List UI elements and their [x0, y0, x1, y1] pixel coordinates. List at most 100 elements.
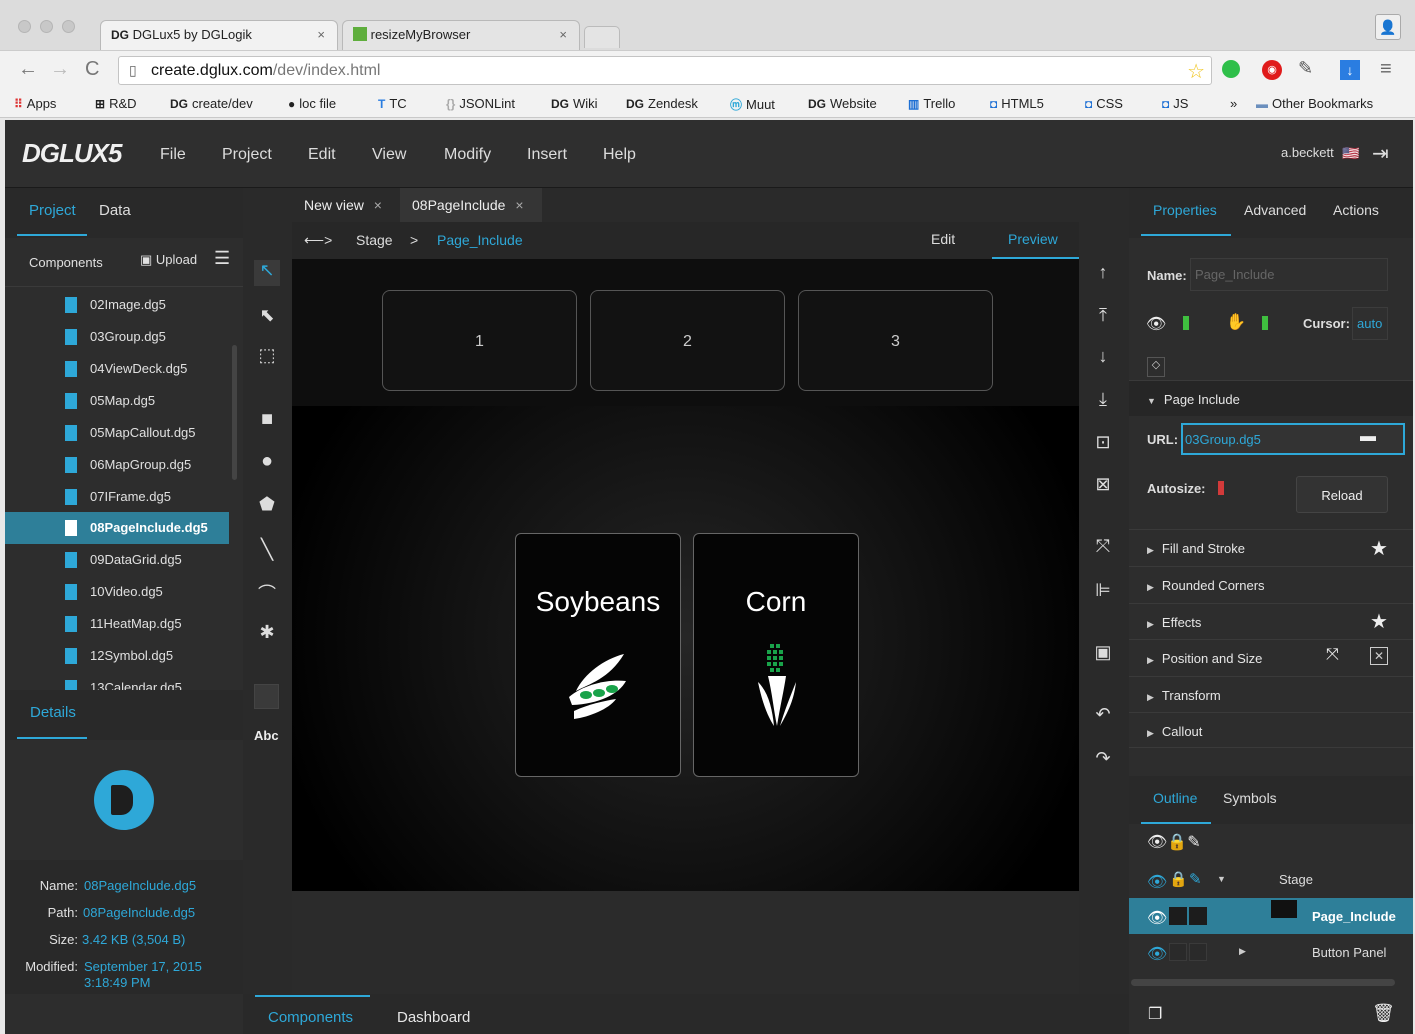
new-tab-button[interactable] [584, 26, 620, 48]
name-field[interactable]: Page_Include [1190, 258, 1388, 291]
outline-row-button-panel[interactable]: 👁 ▶ Button Panel [1129, 934, 1413, 970]
close-box-icon[interactable]: ✕ [1370, 647, 1388, 665]
bookmark-trello[interactable]: ▥ Trello [908, 96, 955, 111]
section-page-include[interactable]: ▼ Page Include [1129, 380, 1413, 416]
bookmark-other[interactable]: ▬ Other Bookmarks [1256, 96, 1373, 111]
reload-button[interactable]: Reload [1296, 476, 1388, 513]
logout-icon[interactable]: ⇥ [1372, 141, 1389, 166]
mode-preview[interactable]: Preview [1008, 231, 1058, 247]
color-swatch[interactable] [254, 684, 279, 709]
folder-icon[interactable]: ▬ [1360, 428, 1376, 446]
visible-toggle[interactable] [1183, 316, 1189, 330]
breadcrumb-stage[interactable]: Stage [356, 232, 393, 248]
fit-icon[interactable]: ⤧ [1090, 536, 1116, 562]
eyedropper-icon[interactable]: ✎ [1298, 58, 1313, 79]
close-tab-icon[interactable]: × [515, 197, 523, 213]
bring-to-front-icon[interactable]: ⤒ [1090, 305, 1116, 331]
list-view-icon[interactable]: ☰ [214, 248, 230, 269]
outline-row-page-include[interactable]: 👁 Page_Include [1129, 898, 1413, 934]
file-item[interactable]: 13Calendar.dg5 [5, 672, 229, 690]
reload-icon[interactable]: C [85, 58, 99, 81]
menu-file[interactable]: File [160, 146, 186, 164]
file-item[interactable]: 03Group.dg5 [5, 321, 229, 353]
curve-tool-icon[interactable]: ⌒ [254, 580, 280, 606]
menu-icon[interactable]: ≡ [1380, 58, 1392, 81]
bookmark-zendesk[interactable]: DG Zendesk [626, 96, 698, 111]
bookmark-website[interactable]: DG Website [808, 96, 877, 111]
extension-green-icon[interactable] [1222, 60, 1240, 78]
browser-tab-dglux[interactable]: DG DGLux5 by DGLogik × [100, 20, 338, 50]
upload-button[interactable]: ▣ Upload [140, 252, 197, 268]
lock-icon[interactable]: 🔒 [1169, 870, 1188, 888]
ungroup-icon[interactable]: ⊠ [1090, 474, 1116, 500]
file-list-scrollbar[interactable] [232, 345, 237, 480]
direct-select-tool-icon[interactable]: ⬉ [254, 305, 280, 331]
eye-icon[interactable]: 👁 [1147, 908, 1167, 928]
zoom-window-button[interactable] [62, 20, 75, 33]
menu-edit[interactable]: Edit [308, 146, 336, 164]
edit-icon[interactable]: ✎ [1187, 834, 1200, 851]
tab-advanced[interactable]: Advanced [1244, 202, 1306, 218]
bookmark-muut[interactable]: ⓜ Muut [730, 96, 775, 113]
menu-modify[interactable]: Modify [444, 146, 491, 164]
section-transform[interactable]: ▶ Transform [1129, 676, 1413, 712]
outline-scrollbar[interactable] [1131, 979, 1395, 986]
bookmark-wiki[interactable]: DG Wiki [551, 96, 598, 111]
edit-icon[interactable]: ✎ [1189, 870, 1202, 888]
polygon-tool-icon[interactable]: ⬟ [254, 494, 280, 520]
menu-insert[interactable]: Insert [527, 146, 567, 164]
bookmark-html5[interactable]: ◘ HTML5 [990, 96, 1044, 111]
forward-icon[interactable]: → [50, 58, 70, 81]
edit-toggle[interactable] [1189, 943, 1207, 961]
eye-icon[interactable]: 👁 [1147, 944, 1167, 964]
menu-view[interactable]: View [372, 146, 406, 164]
tab-properties[interactable]: Properties [1153, 202, 1217, 218]
back-icon[interactable]: ← [18, 58, 38, 81]
close-tab-icon[interactable]: × [374, 197, 382, 213]
redo-icon[interactable]: ↷ [1090, 748, 1116, 774]
edit-toggle[interactable] [1189, 907, 1207, 925]
profile-icon[interactable]: 👤 [1375, 14, 1401, 40]
menu-help[interactable]: Help [603, 146, 636, 164]
star-icon[interactable]: ☆ [1187, 59, 1205, 84]
bookmark-loc-file[interactable]: ● loc file [288, 96, 336, 111]
tab-components[interactable]: Components [268, 1009, 353, 1026]
tab-outline[interactable]: Outline [1153, 790, 1197, 806]
ellipse-tool-icon[interactable]: ● [254, 450, 280, 476]
lock-toggle[interactable] [1169, 907, 1187, 925]
triangle-down-icon[interactable]: ▼ [1217, 874, 1226, 884]
rectangle-tool-icon[interactable]: ■ [254, 408, 280, 434]
file-item[interactable]: 11HeatMap.dg5 [5, 608, 229, 640]
page-button-3[interactable]: 3 [798, 290, 993, 391]
close-tab-icon[interactable]: × [559, 27, 567, 42]
breadcrumb-current[interactable]: Page_Include [437, 232, 523, 248]
menu-project[interactable]: Project [222, 146, 272, 164]
triangle-right-icon[interactable]: ▶ [1239, 946, 1246, 957]
undo-icon[interactable]: ↶ [1090, 704, 1116, 730]
lock-toggle[interactable] [1169, 943, 1187, 961]
tab-dashboard[interactable]: Dashboard [397, 1009, 470, 1026]
send-to-back-icon[interactable]: ⤓ [1090, 389, 1116, 415]
marquee-tool-icon[interactable]: ⬚ [254, 345, 280, 371]
tab-symbols[interactable]: Symbols [1223, 790, 1277, 806]
tab-actions[interactable]: Actions [1333, 202, 1379, 218]
user-name[interactable]: a.beckett [1281, 145, 1334, 160]
file-item-selected[interactable]: 08PageInclude.dg5 [5, 512, 229, 544]
file-item[interactable]: 04ViewDeck.dg5 [5, 353, 229, 385]
cursor-hand-icon[interactable]: ✋ [1226, 312, 1246, 332]
play-button[interactable] [94, 770, 154, 830]
trash-icon[interactable]: 🗑 [1372, 1003, 1395, 1024]
section-callout[interactable]: ▶ Callout [1129, 712, 1413, 748]
enabled-toggle[interactable] [1262, 316, 1268, 330]
minimize-window-button[interactable] [40, 20, 53, 33]
eye-icon[interactable]: 👁 [1147, 872, 1167, 892]
autosize-toggle[interactable] [1218, 481, 1224, 495]
doc-tab-new-view[interactable]: New view × [292, 188, 398, 222]
bookmark-jsonlint[interactable]: {} JSONLint [446, 96, 515, 111]
close-window-button[interactable] [18, 20, 31, 33]
duplicate-icon[interactable]: ❐ [1148, 1004, 1162, 1024]
lock-icon[interactable]: 🔒 [1167, 834, 1187, 851]
bookmark-css[interactable]: ◘ CSS [1085, 96, 1123, 111]
tab-data[interactable]: Data [99, 202, 131, 219]
shape-tool-icon[interactable]: ✱ [254, 622, 280, 648]
